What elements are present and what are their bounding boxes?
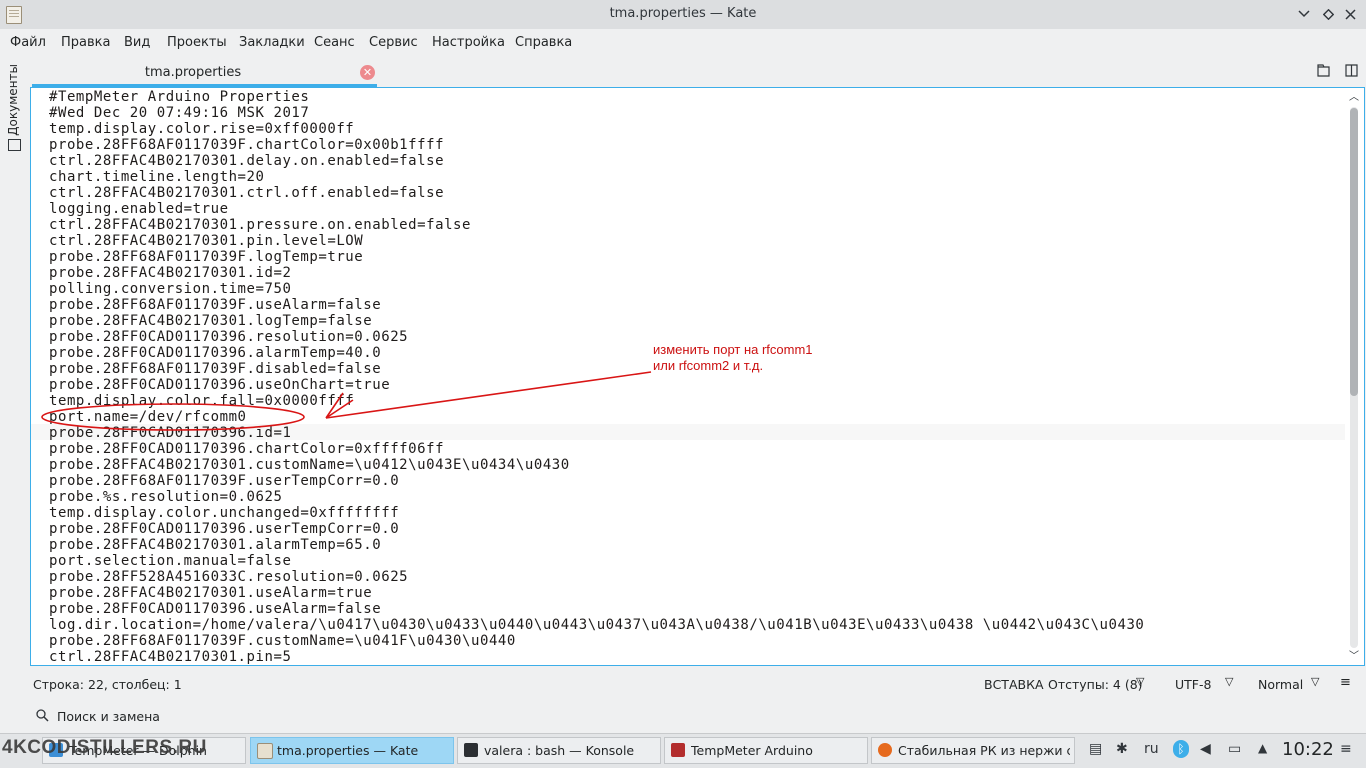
network-icon[interactable]: ✱ — [1116, 741, 1128, 757]
clock[interactable]: 10:22 — [1282, 739, 1334, 760]
search-replace-button[interactable]: Поиск и замена — [57, 709, 160, 724]
menu-lines-icon[interactable]: ≡ — [1340, 675, 1351, 690]
close-icon[interactable] — [1340, 4, 1360, 24]
status-bar: Строка: 22, столбец: 1 ВСТАВКА Отступы: … — [0, 667, 1366, 703]
maximize-icon[interactable] — [1318, 4, 1338, 24]
annotation-ellipse — [41, 403, 305, 431]
title-bar: tma.properties — Kate — [0, 0, 1366, 30]
menu-file[interactable]: Файл — [10, 35, 46, 50]
minimize-icon[interactable] — [1294, 4, 1314, 24]
menu-edit[interactable]: Правка — [61, 35, 110, 50]
task-firefox[interactable]: Стабильная РК из нержи с на — [871, 737, 1075, 764]
annotation-text-line-2: или rfcomm2 и т.д. — [653, 358, 764, 373]
scroll-down-icon[interactable]: ﹀ — [1347, 651, 1361, 663]
menu-settings[interactable]: Настройка — [432, 35, 505, 50]
search-icon — [36, 709, 49, 726]
watermark-logo: 4KCODISTILLERS.RU — [2, 737, 207, 758]
encoding-chevron-down-icon[interactable]: ▽ — [1225, 675, 1233, 688]
annotation-overlay — [41, 371, 652, 431]
menu-session[interactable]: Сеанс — [314, 35, 355, 50]
search-bar: Поиск и замена — [0, 703, 1366, 733]
tab-tma-properties[interactable]: tma.properties ✕ — [32, 59, 377, 87]
encoding-selector[interactable]: UTF-8 — [1175, 677, 1211, 692]
scrollbar-thumb[interactable] — [1350, 108, 1358, 396]
new-tab-icon[interactable] — [1317, 64, 1331, 78]
menu-view[interactable]: Вид — [124, 35, 150, 50]
bluetooth-icon[interactable]: ᛒ — [1173, 740, 1189, 758]
indent-chevron-down-icon[interactable]: ▽ — [1136, 675, 1144, 688]
display-icon[interactable]: ▭ — [1228, 741, 1241, 757]
menu-bar: Файл Правка Вид Проекты Закладки Сеанс С… — [0, 29, 1366, 57]
volume-icon[interactable]: ◀︎ — [1200, 741, 1211, 757]
keyboard-layout[interactable]: ru — [1144, 741, 1159, 757]
menu-projects[interactable]: Проекты — [167, 35, 227, 50]
clipboard-icon[interactable]: ▤ — [1089, 741, 1102, 757]
side-panel-documents-tab[interactable]: Документы — [6, 64, 20, 136]
annotation-text-line-1: изменить порт на rfcomm1 — [653, 342, 813, 357]
tempmeter-icon — [671, 743, 685, 757]
kate-icon — [257, 743, 273, 759]
annotation-arrow-line — [325, 371, 652, 419]
show-desktop-icon[interactable]: ≡ — [1340, 741, 1352, 757]
task-konsole[interactable]: valera : bash — Konsole — [457, 737, 661, 764]
task-tempmeter[interactable]: TempMeter Arduino — [664, 737, 868, 764]
menu-bookmarks[interactable]: Закладки — [239, 35, 305, 50]
tab-close-icon[interactable]: ✕ — [360, 65, 375, 80]
task-kate[interactable]: tma.properties — Kate — [250, 737, 454, 764]
menu-help[interactable]: Справка — [515, 35, 572, 50]
documents-icon[interactable] — [8, 139, 21, 151]
tab-bar: tma.properties ✕ — [30, 57, 1366, 87]
menu-tools[interactable]: Сервис — [369, 35, 418, 50]
tab-label: tma.properties — [144, 65, 242, 80]
syntax-chevron-down-icon[interactable]: ▽ — [1311, 675, 1319, 688]
tray-expand-icon[interactable]: ▲ — [1258, 741, 1267, 755]
terminal-icon — [464, 743, 478, 757]
scroll-up-icon[interactable]: ︿ — [1347, 92, 1361, 104]
firefox-icon — [878, 743, 892, 757]
cursor-position[interactable]: Строка: 22, столбец: 1 — [33, 677, 182, 692]
input-mode[interactable]: ВСТАВКА — [984, 677, 1044, 692]
indent-settings[interactable]: Отступы: 4 (8) — [1048, 677, 1143, 692]
split-view-icon[interactable] — [1345, 64, 1359, 78]
editor-area[interactable]: #TempMeter Arduino Properties #Wed Dec 20… — [30, 87, 1365, 666]
syntax-mode-selector[interactable]: Normal — [1258, 677, 1303, 692]
window-title: tma.properties — Kate — [609, 6, 757, 21]
